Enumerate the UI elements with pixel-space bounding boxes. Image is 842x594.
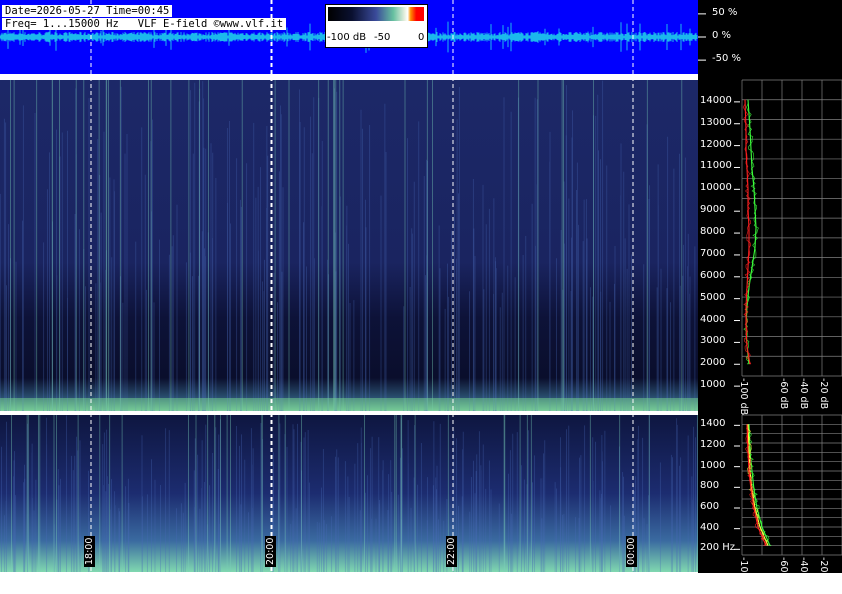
time-label: 20:00 <box>265 535 276 567</box>
freq-axis-full-tick-label: 9000 <box>700 204 726 216</box>
freq-axis-full-tick-label: 7000 <box>700 247 726 259</box>
freq-axis-full-tick-label: 5000 <box>700 291 726 303</box>
colorbar: -100 dB -50 0 <box>325 4 428 48</box>
freq-axis-low-tick-label: 1000 <box>700 459 726 471</box>
waveform-tick-label: -50 % <box>712 53 742 65</box>
freq-axis-low-tick-label: 200 Hz <box>700 542 736 554</box>
spectrum-low-x-tick-label: -100 dB <box>738 557 749 594</box>
freq-axis-full-tick-label: 10000 <box>700 182 732 194</box>
colorbar-label-max: 0 <box>418 32 425 43</box>
freq-axis-full-tick-label: 8000 <box>700 226 726 238</box>
spectrum-full-x-tick-label: -40 dB <box>798 378 809 410</box>
time-label: 22:00 <box>446 535 457 567</box>
freq-axis-full-tick-label: 4000 <box>700 313 726 325</box>
waveform-tick-label: 50 % <box>712 6 738 18</box>
colorbar-gradient <box>328 7 424 21</box>
freq-axis-full-tick-label: 11000 <box>700 160 732 172</box>
freq-axis-low-tick-label: 1200 <box>700 439 726 450</box>
spectrogram-full-low-band <box>0 398 698 410</box>
freq-axis-low-tick-label: 1400 <box>700 418 726 430</box>
freq-axis-low-tick-label: 800 <box>700 480 720 492</box>
vlf-display: Date=2026-05-27 Time=00:45 Freq= 1...150… <box>0 0 842 594</box>
colorbar-label-mid: -50 <box>374 32 391 43</box>
time-label: 18:00 <box>84 535 95 567</box>
spectrogram-separator <box>0 411 698 415</box>
waveform-tick-label: 0 % <box>712 30 732 41</box>
colorbar-label-min: -100 dB <box>327 32 367 43</box>
freq-axis-low-tick-label: 400 <box>700 521 720 533</box>
freq-axis-full-tick-label: 6000 <box>700 269 726 281</box>
freq-axis-full-tick-label: 1000 <box>700 379 726 391</box>
freq-axis-full-tick-label: 14000 <box>700 94 732 106</box>
time-label: 00:00 <box>626 535 637 567</box>
freq-axis-full-tick-label: 13000 <box>700 116 732 128</box>
spectrum-full-x-tick-label: -20 dB <box>818 378 829 410</box>
freq-axis-full-tick-label: 12000 <box>700 138 732 150</box>
header-date-time: Date=2026-05-27 Time=00:45 <box>2 5 173 17</box>
right-panel-bg <box>698 0 842 573</box>
freq-axis-full-tick-label: 2000 <box>700 357 726 369</box>
freq-axis-low-tick-label: 600 <box>700 501 720 512</box>
spectrum-full-x-tick-label: -60 dB <box>778 378 789 410</box>
spectrum-full-x-tick-label: -100 dB <box>738 378 749 416</box>
freq-axis-full-tick-label: 3000 <box>700 335 726 347</box>
header-freq-info: Freq= 1...15000 Hz VLF E-field ©www.vlf.… <box>2 18 287 30</box>
